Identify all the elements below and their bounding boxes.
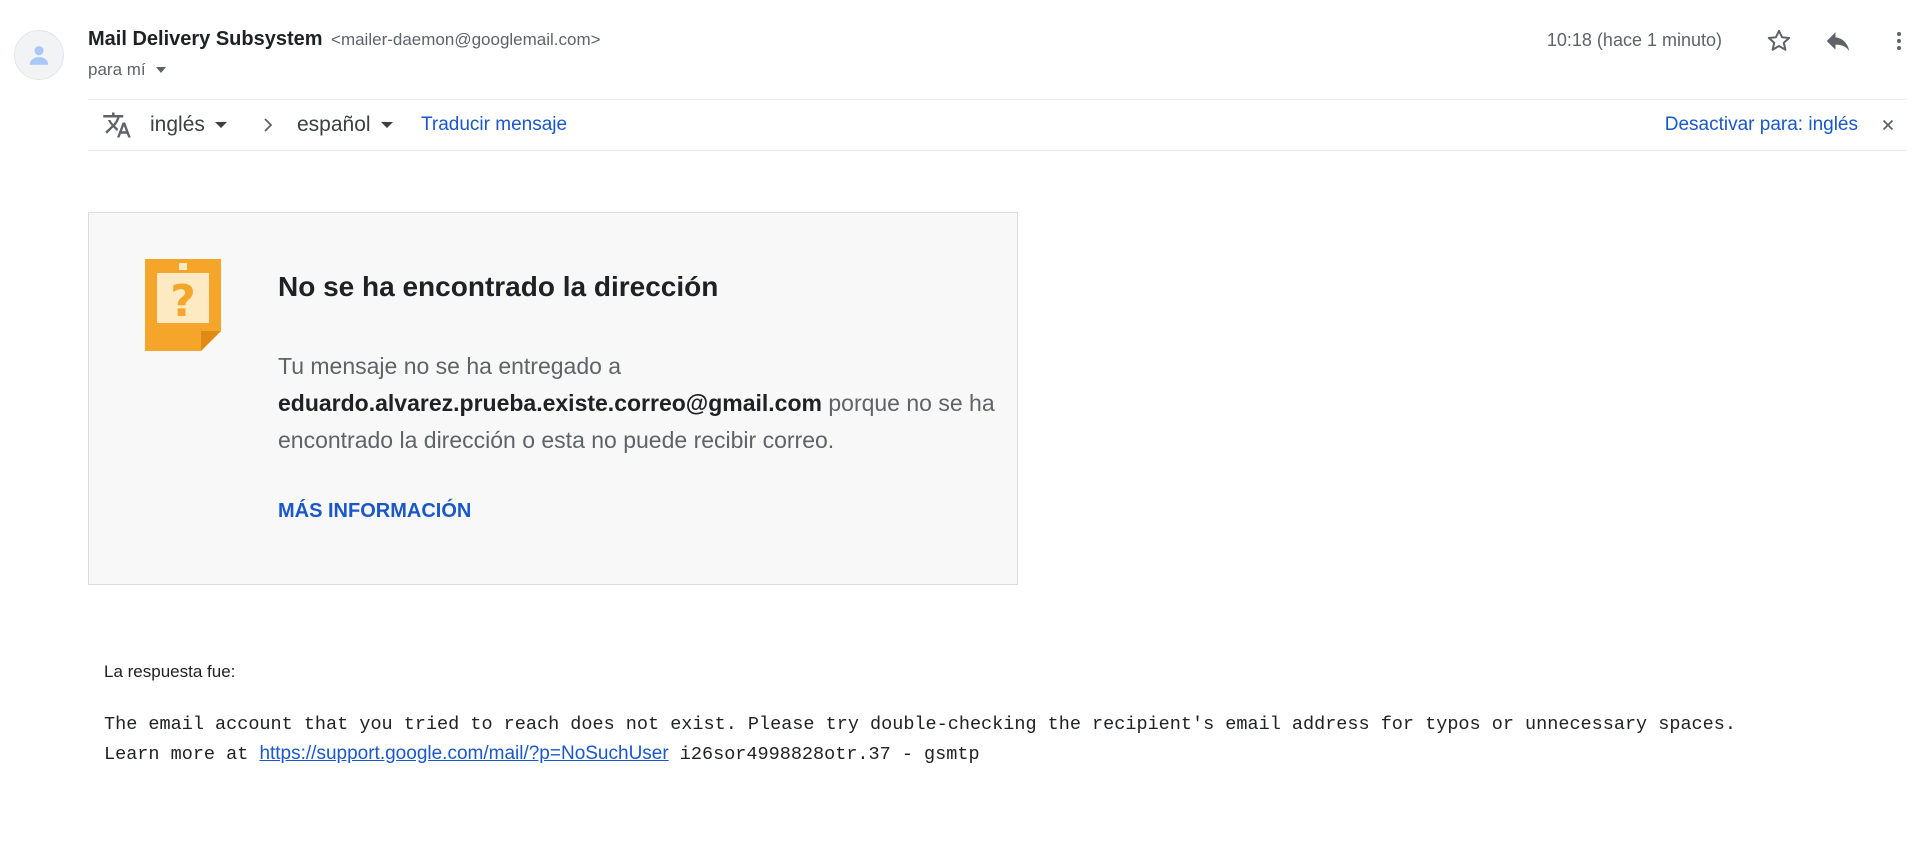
translate-icon-wrap (102, 100, 132, 150)
card-message: Tu mensaje no se ha entregado a eduardo.… (278, 348, 998, 459)
more-info-link[interactable]: MÁS INFORMACIÓN (278, 500, 471, 523)
chevron-right-icon (264, 118, 273, 132)
target-language-label: español (297, 113, 371, 136)
recipient-label: para mí (88, 60, 146, 79)
source-language-select[interactable]: inglés (150, 100, 227, 150)
reply-icon (1826, 32, 1850, 51)
response-line-2-prefix: Learn more at (104, 744, 249, 765)
caret-down-icon (380, 122, 393, 128)
support-link[interactable]: https://support.google.com/mail/?p=NoSuc… (259, 743, 668, 764)
more-vert-icon (1897, 32, 1901, 50)
card-title: No se ha encontrado la dirección (278, 271, 719, 302)
recipient-details-toggle[interactable]: para mí (88, 60, 166, 80)
response-line-2: Learn more at https://support.google.com… (104, 739, 1736, 769)
question-note-icon-wrap: ? (145, 259, 221, 360)
star-button[interactable] (1762, 24, 1796, 58)
response-label: La respuesta fue: (104, 662, 236, 681)
chevron-right-icon-wrap (260, 100, 276, 150)
reply-button[interactable] (1821, 24, 1855, 58)
translate-message-link[interactable]: Traducir mensaje (421, 100, 567, 150)
response-line-1: The email account that you tried to reac… (104, 714, 1736, 735)
more-options-button[interactable] (1882, 24, 1916, 58)
recipient-address: eduardo.alvarez.prueba.existe.correo@gma… (278, 390, 822, 416)
response-body: The email account that you tried to reac… (104, 710, 1736, 769)
star-icon (1767, 29, 1791, 51)
svg-text:?: ? (170, 276, 196, 327)
caret-down-icon (155, 67, 166, 73)
caret-down-icon (214, 122, 227, 128)
close-translate-button[interactable] (1880, 100, 1896, 150)
target-language-select[interactable]: español (297, 100, 393, 150)
question-note-icon: ? (145, 259, 221, 351)
sender-email: <mailer-daemon@googlemail.com> (331, 30, 601, 49)
avatar[interactable] (14, 30, 64, 80)
sender-name[interactable]: Mail Delivery Subsystem (88, 28, 323, 50)
response-line-2-suffix: i26sor4998828otr.37 - gsmtp (679, 744, 980, 765)
source-language-label: inglés (150, 113, 205, 136)
close-icon (1882, 119, 1894, 131)
sender-line: Mail Delivery Subsystem <mailer-daemon@g… (88, 28, 601, 51)
card-text-before: Tu mensaje no se ha entregado a (278, 353, 622, 379)
translate-bar: inglés español Traducir mensaje Desactiv… (88, 99, 1906, 151)
translate-icon (103, 112, 131, 138)
timestamp: 10:18 (hace 1 minuto) (1546, 30, 1722, 50)
disable-translation-link[interactable]: Desactivar para: inglés (1665, 100, 1858, 150)
person-icon (29, 46, 49, 65)
bounce-notice-card: ? No se ha encontrado la dirección Tu me… (88, 212, 1018, 585)
